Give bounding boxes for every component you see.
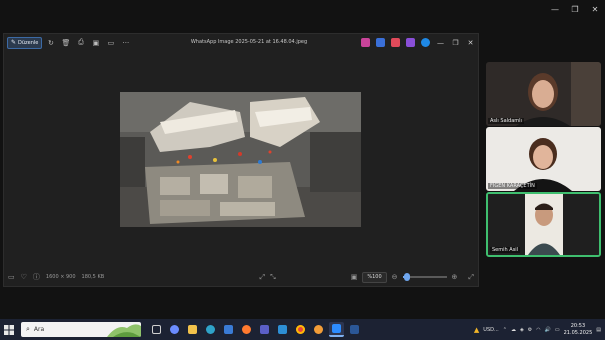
store-icon[interactable] bbox=[221, 322, 236, 337]
currency-widget[interactable]: USD... bbox=[483, 327, 498, 333]
actual-size-icon[interactable]: ⤡ bbox=[270, 273, 276, 282]
currency-widget-icon[interactable]: ▲ bbox=[474, 326, 479, 334]
battery-icon[interactable]: ▭ bbox=[555, 327, 560, 333]
windows-logo-icon bbox=[4, 324, 14, 335]
participant-tile-active[interactable]: Semih Asil bbox=[486, 192, 601, 257]
participant-tile[interactable]: Aslı Saldamlı bbox=[486, 62, 601, 126]
file-size: 180,5 KB bbox=[81, 274, 105, 280]
task-view-icon[interactable] bbox=[149, 322, 164, 337]
favorite-icon[interactable]: ♡ bbox=[21, 273, 27, 281]
clock-time: 20:53 bbox=[570, 322, 586, 329]
zoom-level: %100 bbox=[367, 274, 382, 280]
zoom-slider-knob[interactable] bbox=[403, 273, 410, 281]
search-icon: ⌕ bbox=[26, 325, 30, 333]
taskbar-apps bbox=[149, 322, 362, 337]
viewer-close-icon[interactable]: ✕ bbox=[463, 34, 478, 51]
designer-icon[interactable] bbox=[376, 38, 385, 47]
tray-chevron-icon[interactable]: ⌃ bbox=[503, 327, 507, 333]
taskbar-search-box[interactable]: ⌕ Ara bbox=[21, 322, 141, 337]
volume-icon[interactable]: 🔊 bbox=[545, 327, 551, 333]
viewer-toolbar: ✎ Düzenle ↻ 🗑 ⎙ ▣ ▭ ··· WhatsApp Image 2… bbox=[4, 34, 478, 51]
copilot-icon[interactable] bbox=[167, 322, 182, 337]
image-canvas bbox=[4, 51, 478, 268]
teams-icon[interactable] bbox=[257, 322, 272, 337]
info-icon[interactable]: ⓘ bbox=[33, 272, 40, 282]
image-dimensions: 1600 × 900 bbox=[45, 274, 76, 280]
onedrive-icon[interactable] bbox=[421, 38, 430, 47]
wifi-icon[interactable]: ◠ bbox=[536, 327, 540, 333]
zoom-fit-icon[interactable]: ▣ bbox=[351, 273, 358, 281]
aerial-rubble-image bbox=[120, 92, 361, 227]
zoom-slider[interactable] bbox=[402, 273, 447, 281]
viewer-minimize-icon[interactable]: — bbox=[433, 34, 448, 51]
rotate-icon[interactable]: ↻ bbox=[44, 36, 57, 49]
viewer-maximize-icon[interactable]: ❐ bbox=[448, 34, 463, 51]
file-explorer-icon[interactable] bbox=[185, 322, 200, 337]
tray-app-icon[interactable]: ◈ bbox=[520, 327, 524, 333]
paint-icon[interactable] bbox=[406, 38, 415, 47]
taskbar-clock[interactable]: 20:53 21.05.2025 bbox=[564, 323, 593, 337]
search-placeholder: Ara bbox=[33, 326, 45, 333]
photos-icon[interactable] bbox=[275, 322, 290, 337]
file-title: WhatsApp Image 2025-05-21 at 16.48.04.jp… bbox=[190, 39, 308, 45]
participant-name: Semih Asil bbox=[490, 247, 521, 253]
system-tray: ▲ USD... ⌃ ☁ ◈ ⚙ ◠ 🔊 ▭ 20:53 21.05.2025 … bbox=[474, 319, 605, 340]
participant-video bbox=[486, 62, 601, 126]
clipchamp-icon[interactable] bbox=[361, 38, 370, 47]
close-icon[interactable]: ✕ bbox=[585, 0, 605, 18]
settings-tray-icon[interactable]: ⚙ bbox=[528, 327, 532, 333]
cloud-icon[interactable]: ☁ bbox=[511, 327, 516, 333]
participant-name: FİGEN KARAÇETİN bbox=[488, 183, 537, 189]
edit-button[interactable]: ✎ Düzenle bbox=[7, 36, 43, 49]
start-button[interactable] bbox=[0, 319, 18, 340]
firefox-icon[interactable] bbox=[239, 322, 254, 337]
edit-app-icon[interactable] bbox=[391, 38, 400, 47]
print-icon[interactable]: ⎙ bbox=[74, 36, 87, 49]
minimize-icon[interactable]: — bbox=[545, 0, 565, 18]
participant-tile[interactable]: FİGEN KARAÇETİN bbox=[486, 127, 601, 191]
slideshow-icon[interactable]: ▭ bbox=[104, 36, 117, 49]
participant-video bbox=[488, 194, 599, 255]
word-icon[interactable] bbox=[347, 322, 362, 337]
zoom-out-icon[interactable]: ⊖ bbox=[392, 273, 398, 281]
zoom-in-icon[interactable]: ⊕ bbox=[452, 273, 458, 281]
chrome-icon[interactable] bbox=[293, 322, 308, 337]
notification-icon[interactable]: ▤ bbox=[596, 327, 601, 333]
maximize-icon[interactable]: ❐ bbox=[565, 0, 585, 18]
edit-label: Düzenle bbox=[18, 39, 39, 46]
earthquake-rubble-photo bbox=[120, 92, 361, 227]
participant-video bbox=[486, 127, 601, 191]
more-options-icon[interactable]: ··· bbox=[119, 36, 132, 49]
zoom-icon[interactable] bbox=[329, 322, 344, 337]
meeting-window-controls: — ❐ ✕ bbox=[525, 0, 605, 18]
photo-viewer-window: ✎ Düzenle ↻ 🗑 ⎙ ▣ ▭ ··· WhatsApp Image 2… bbox=[3, 33, 479, 287]
clock-date: 21.05.2025 bbox=[563, 329, 593, 336]
windows-taskbar: ⌕ Ara ▲ USD... ⌃ ☁ ◈ ⚙ ◠ 🔊 ▭ 20:53 21.05… bbox=[0, 319, 605, 340]
zoom-level-box[interactable]: %100 bbox=[362, 271, 387, 283]
fullscreen-icon[interactable]: ⤢ bbox=[468, 273, 474, 282]
search-highlight-icon bbox=[107, 324, 141, 337]
delete-icon[interactable]: 🗑 bbox=[59, 36, 72, 49]
add-to-album-icon[interactable]: ▣ bbox=[89, 36, 102, 49]
filmstrip-icon[interactable]: ▭ bbox=[8, 273, 15, 281]
search-app-icon[interactable] bbox=[311, 322, 326, 337]
viewer-statusbar: ▭ ♡ ⓘ 1600 × 900 180,5 KB ⤢ ⤡ ▣ %100 ⊖ ⊕… bbox=[4, 268, 478, 286]
edit-icon: ✎ bbox=[11, 39, 17, 46]
edge-icon[interactable] bbox=[203, 322, 218, 337]
fit-icon[interactable]: ⤢ bbox=[260, 273, 266, 282]
participant-name: Aslı Saldamlı bbox=[488, 118, 524, 124]
